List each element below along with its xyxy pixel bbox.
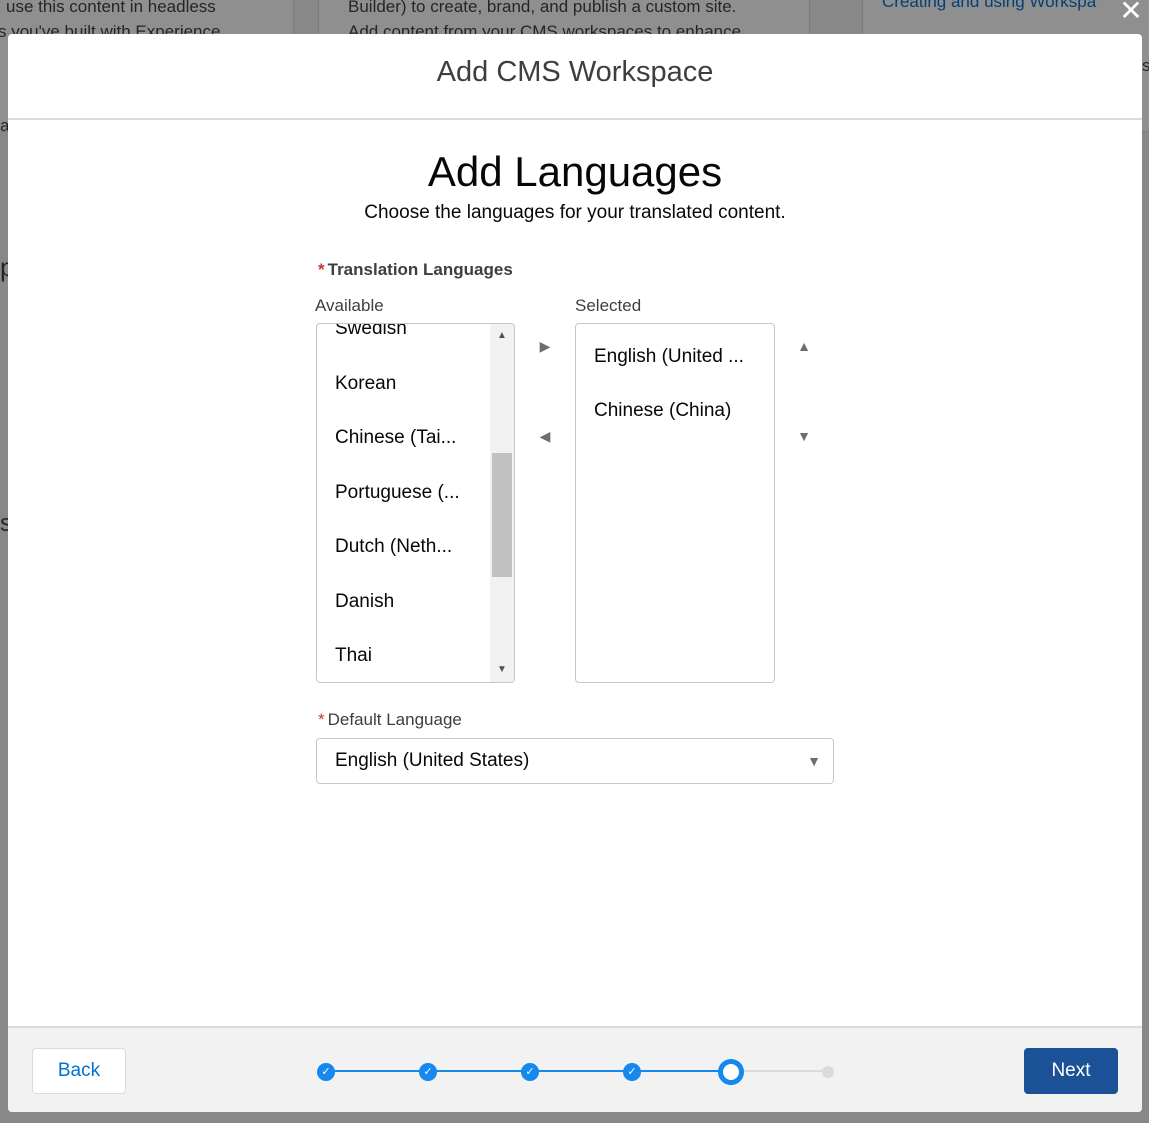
check-icon: ✓: [525, 1066, 535, 1078]
available-option[interactable]: Korean: [335, 373, 396, 395]
selected-option[interactable]: Chinese (China): [594, 400, 731, 422]
required-mark: *: [318, 710, 325, 729]
default-language-select[interactable]: English (United States) ▼: [316, 738, 834, 784]
progress-step-completed[interactable]: ✓: [317, 1063, 335, 1081]
scroll-thumb[interactable]: [492, 453, 512, 577]
triangle-down-icon: ▼: [797, 428, 811, 444]
progress-track: [744, 1070, 828, 1072]
move-to-available-button[interactable]: ◀: [533, 424, 557, 448]
available-option[interactable]: Dutch (Neth...: [335, 536, 452, 558]
required-mark: *: [318, 260, 325, 279]
triangle-up-icon: ▲: [797, 338, 811, 354]
available-scrollbar[interactable]: ▲ ▼: [490, 324, 514, 682]
chevron-down-icon: ▼: [807, 753, 821, 769]
step-title: Add Languages: [427, 148, 723, 195]
progress-step-upcoming[interactable]: [822, 1066, 834, 1078]
progress-step-completed[interactable]: ✓: [521, 1063, 539, 1081]
default-language-value: English (United States): [335, 750, 530, 771]
selected-label: Selected: [575, 296, 642, 315]
available-option[interactable]: Chinese (Tai...: [335, 427, 456, 449]
selected-option[interactable]: English (United ...: [594, 346, 744, 368]
scroll-down-arrow-icon[interactable]: ▼: [490, 660, 514, 680]
available-option[interactable]: Thai: [335, 645, 372, 667]
default-language-label: * Default Language: [318, 710, 462, 729]
triangle-left-icon: ◀: [539, 428, 551, 444]
progress-step-current[interactable]: [718, 1059, 744, 1085]
available-option[interactable]: Danish: [335, 591, 394, 613]
next-button[interactable]: Next: [1024, 1048, 1118, 1094]
progress-step-completed[interactable]: ✓: [623, 1063, 641, 1081]
triangle-right-icon: ▶: [539, 338, 551, 354]
check-icon: ✓: [321, 1066, 331, 1078]
translation-languages-label: * Translation Languages: [318, 260, 513, 279]
move-down-button[interactable]: ▼: [792, 424, 816, 448]
add-cms-workspace-modal: Add CMS Workspace Add Languages Choose t…: [8, 34, 1142, 1112]
scroll-up-arrow-icon[interactable]: ▲: [490, 326, 514, 346]
step-subtitle: Choose the languages for your translated…: [364, 202, 786, 223]
progress-step-completed[interactable]: ✓: [419, 1063, 437, 1081]
available-listbox[interactable]: Swedish Korean Chinese (Tai... Portugues…: [316, 323, 515, 683]
check-icon: ✓: [423, 1066, 433, 1078]
available-option[interactable]: Swedish: [335, 324, 407, 340]
close-icon: ✕: [1119, 0, 1143, 26]
check-icon: ✓: [627, 1066, 637, 1078]
available-option[interactable]: Portuguese (...: [335, 482, 460, 504]
move-up-button[interactable]: ▲: [792, 334, 816, 358]
modal-footer: Back ✓ ✓ ✓ ✓ Next: [8, 1026, 1142, 1112]
progress-indicator: ✓ ✓ ✓ ✓: [314, 1059, 838, 1085]
selected-listbox[interactable]: English (United ... Chinese (China): [575, 323, 775, 683]
available-label: Available: [315, 296, 384, 315]
back-button[interactable]: Back: [32, 1048, 126, 1094]
close-button[interactable]: ✕: [1116, 0, 1146, 26]
move-to-selected-button[interactable]: ▶: [533, 334, 557, 358]
modal-title: Add CMS Workspace: [436, 56, 714, 88]
modal-header: Add CMS Workspace: [8, 34, 1142, 120]
